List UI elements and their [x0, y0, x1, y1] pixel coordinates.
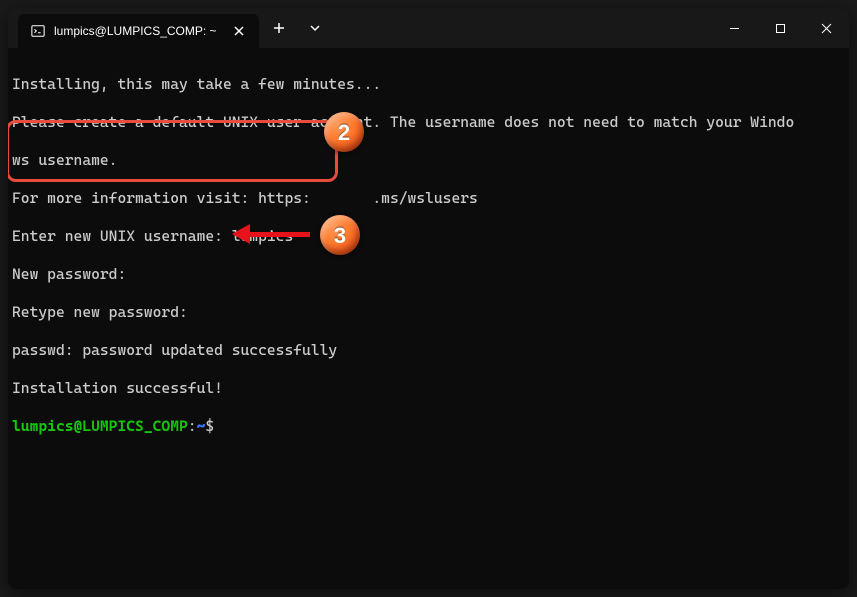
term-line: Retype new password: [12, 303, 845, 322]
annotation-marker-3: 3 [320, 215, 360, 255]
term-line: Enter new UNIX username: lumpics [12, 227, 845, 246]
terminal-window: lumpics@LUMPICS_COMP: ~ Installing, this… [8, 8, 849, 589]
term-line: Please create a default UNIX user accoun… [12, 113, 845, 132]
prompt-line: lumpics@LUMPICS_COMP:~$ [12, 417, 845, 436]
tab-active[interactable]: lumpics@LUMPICS_COMP: ~ [18, 14, 259, 48]
titlebar: lumpics@LUMPICS_COMP: ~ [8, 8, 849, 48]
term-line: For more information visit: https: .ms/w… [12, 189, 845, 208]
term-line: ws username. [12, 151, 845, 170]
term-line: Installing, this may take a few minutes.… [12, 75, 845, 94]
term-line: New password: [12, 265, 845, 284]
new-tab-button[interactable] [263, 12, 295, 44]
terminal-output[interactable]: Installing, this may take a few minutes.… [8, 48, 849, 589]
minimize-button[interactable] [711, 8, 757, 48]
prompt-dollar: $ [205, 417, 214, 435]
annotation-arrow [232, 224, 310, 244]
tab-dropdown-button[interactable] [299, 12, 331, 44]
close-button[interactable] [803, 8, 849, 48]
terminal-icon [30, 23, 46, 39]
annotation-marker-2: 2 [324, 112, 364, 152]
prompt-user: lumpics@LUMPICS_COMP [12, 417, 188, 435]
tab-close-button[interactable] [231, 23, 247, 39]
term-line: passwd: password updated successfully [12, 341, 845, 360]
maximize-button[interactable] [757, 8, 803, 48]
term-line: Installation successful! [12, 379, 845, 398]
window-controls [711, 8, 849, 48]
tab-title: lumpics@LUMPICS_COMP: ~ [54, 24, 217, 38]
